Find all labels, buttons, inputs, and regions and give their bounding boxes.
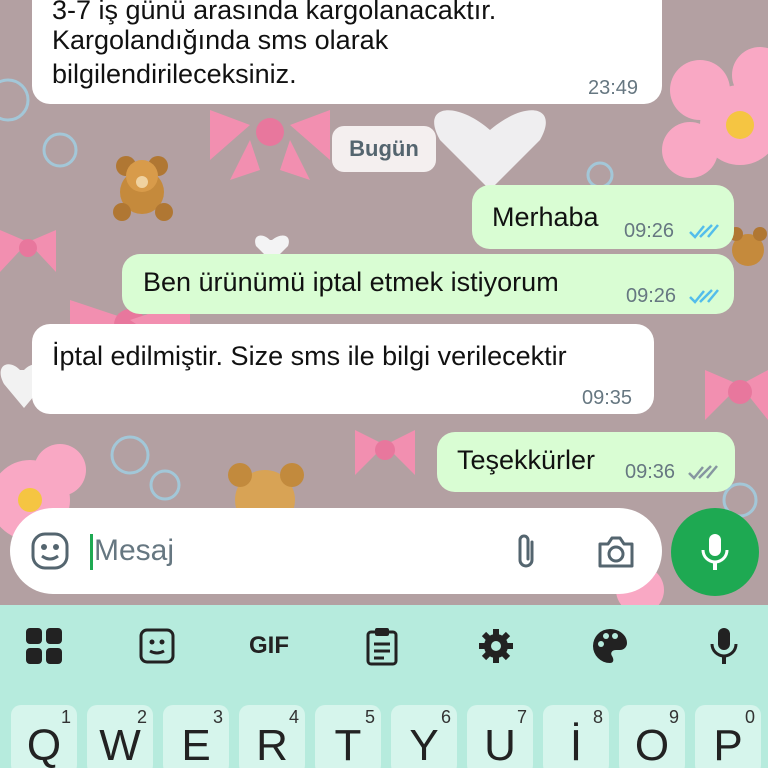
- key-u[interactable]: 7 U: [467, 705, 533, 768]
- voice-message-button[interactable]: [671, 508, 759, 596]
- message-text: Merhaba: [492, 202, 599, 232]
- message-incoming[interactable]: 3-7 iş günü arasında kargolanacaktır. Ka…: [32, 0, 662, 104]
- key-y[interactable]: 6 Y: [391, 705, 457, 768]
- delivered-ticks-icon: [688, 465, 718, 480]
- message-text: bilgilendirileceksiniz.: [52, 59, 297, 89]
- message-text: Teşekkürler: [457, 445, 596, 475]
- key-letter: Y: [409, 721, 439, 768]
- text-cursor: [90, 534, 93, 570]
- message-time: 09:35: [582, 387, 633, 409]
- message-incoming[interactable]: İptal edilmiştir. Size sms ile bilgi ver…: [32, 324, 654, 414]
- attach-icon[interactable]: [512, 532, 542, 572]
- key-letter: Q: [26, 721, 62, 768]
- message-outgoing[interactable]: Merhaba 09:26: [472, 185, 734, 249]
- clipboard-icon[interactable]: [358, 622, 406, 670]
- sticker-icon[interactable]: [133, 622, 181, 670]
- key-r[interactable]: 4 R: [239, 705, 305, 768]
- key-w[interactable]: 2 W: [87, 705, 153, 768]
- key-letter: R: [256, 721, 288, 768]
- message-text: Ben ürünümü iptal etmek istiyorum: [143, 267, 559, 297]
- message-input[interactable]: Mesaj: [94, 534, 174, 568]
- message-time: 09:36: [625, 461, 676, 483]
- message-time: 09:26: [626, 285, 677, 307]
- sticker-icon[interactable]: [30, 531, 70, 571]
- key-t[interactable]: 5 T: [315, 705, 381, 768]
- mic-icon: [701, 534, 729, 570]
- key-e[interactable]: 3 E: [163, 705, 229, 768]
- key-q[interactable]: 1 Q: [11, 705, 77, 768]
- message-outgoing[interactable]: Ben ürünümü iptal etmek istiyorum 09:26: [122, 254, 734, 314]
- message-text: Kargolandığında sms olarak: [52, 25, 389, 55]
- chat-area[interactable]: 3-7 iş günü arasında kargolanacaktır. Ka…: [0, 0, 768, 605]
- key-letter: U: [484, 721, 516, 768]
- gif-button[interactable]: GIF: [245, 622, 293, 670]
- message-time: 09:26: [624, 220, 675, 242]
- message-text: İptal edilmiştir. Size sms ile bilgi ver…: [52, 341, 567, 371]
- apps-icon[interactable]: [20, 622, 68, 670]
- key-o[interactable]: 9 O: [619, 705, 685, 768]
- message-outgoing[interactable]: Teşekkürler 09:36: [437, 432, 735, 492]
- voice-input-icon[interactable]: [700, 622, 748, 670]
- key-letter: O: [634, 721, 670, 768]
- key-letter: E: [181, 721, 211, 768]
- palette-icon[interactable]: [586, 622, 634, 670]
- key-letter: P: [713, 721, 743, 768]
- read-ticks-icon: [689, 289, 719, 304]
- read-ticks-icon: [689, 224, 719, 239]
- key-letter: İ: [569, 721, 583, 768]
- camera-icon[interactable]: [596, 532, 636, 572]
- key-p[interactable]: 0 P: [695, 705, 761, 768]
- message-composer[interactable]: Mesaj: [10, 508, 662, 594]
- message-text: 3-7 iş günü arasında kargolanacaktır.: [52, 0, 497, 25]
- day-divider: Bugün: [332, 126, 436, 172]
- settings-icon[interactable]: [472, 622, 520, 670]
- key-letter: T: [334, 721, 362, 768]
- message-time: 23:49: [588, 77, 639, 99]
- key-letter: W: [99, 721, 141, 768]
- key-dotted-i[interactable]: 8 İ: [543, 705, 609, 768]
